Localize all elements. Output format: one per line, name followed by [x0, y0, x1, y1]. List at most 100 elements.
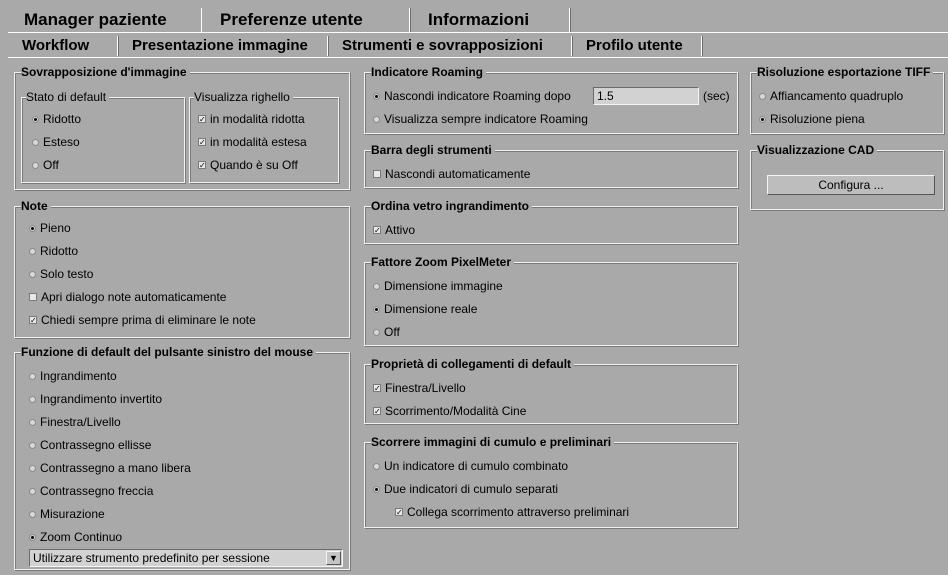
radio-ingrandimento[interactable]: Ingrandimento: [29, 368, 117, 384]
radio-icon: [29, 465, 36, 472]
select-value: Utilizzare strumento predefinito per ses…: [33, 551, 270, 565]
check-nascondi-auto[interactable]: Nascondi automaticamente: [373, 166, 530, 182]
radio-icon: [32, 162, 39, 169]
tab-informazioni[interactable]: Informazioni: [410, 8, 570, 32]
radio-contrassegno-ellisse[interactable]: Contrassegno ellisse: [29, 437, 151, 453]
tab-label: Profilo utente: [586, 37, 683, 54]
checkbox-icon: [373, 226, 381, 234]
option-label: Due indicatori di cumulo separati: [384, 482, 559, 496]
tab-workflow[interactable]: Workflow: [8, 36, 118, 56]
tool-session-select[interactable]: Utilizzare strumento predefinito per ses…: [29, 549, 343, 567]
group-title: Scorrere immagini di cumulo e preliminar…: [371, 435, 615, 449]
radio-icon: [29, 248, 36, 255]
stack-group: Scorrere immagini di cumulo e preliminar…: [364, 435, 738, 528]
check-ruler-reduced[interactable]: in modalità ridotta: [198, 111, 305, 127]
radio-icon: [29, 271, 36, 278]
magnifier-group: Ordina vetro ingrandimento Attivo: [364, 199, 738, 244]
option-label: Quando è su Off: [210, 158, 298, 172]
radio-ingrandimento-invertito[interactable]: Ingrandimento invertito: [29, 391, 162, 407]
radio-icon: [29, 419, 36, 426]
check-finestra-livello[interactable]: Finestra/Livello: [373, 380, 466, 396]
radio-zoom-continuo[interactable]: Zoom Continuo: [29, 529, 122, 545]
radio-dimensione-immagine[interactable]: Dimensione immagine: [373, 278, 503, 294]
radio-icon: [29, 396, 36, 403]
radio-icon: [29, 511, 36, 518]
option-label: Contrassegno ellisse: [40, 438, 152, 452]
tab-strumenti-sovrapposizioni[interactable]: Strumenti e sovrapposizioni: [328, 36, 572, 56]
checkbox-icon: [29, 293, 37, 301]
radio-pixelmeter-off[interactable]: Off: [373, 324, 400, 340]
group-title: Sovrapposizione d'immagine: [21, 65, 190, 79]
tab-profilo-utente[interactable]: Profilo utente: [572, 36, 702, 56]
roaming-seconds-input[interactable]: 1.5: [593, 87, 699, 105]
option-label: Dimensione reale: [384, 302, 478, 316]
radio-notes-pieno[interactable]: Pieno: [29, 220, 71, 236]
configura-button[interactable]: Configura ...: [767, 175, 935, 195]
radio-icon: [32, 139, 39, 146]
check-scorrimento-cine[interactable]: Scorrimento/Modalità Cine: [373, 403, 526, 419]
tab-label: Informazioni: [428, 10, 530, 29]
radio-icon: [759, 116, 766, 123]
radio-dimensione-reale[interactable]: Dimensione reale: [373, 301, 477, 317]
option-label: Off: [43, 158, 59, 172]
tab-manager-paziente[interactable]: Manager paziente: [6, 8, 202, 32]
radio-off[interactable]: Off: [32, 157, 59, 173]
option-label: Risoluzione piena: [770, 112, 865, 126]
chevron-down-icon[interactable]: ▼: [326, 551, 341, 565]
radio-risoluzione-piena[interactable]: Risoluzione piena: [759, 111, 865, 127]
option-label: Collega scorrimento attraverso prelimina…: [407, 505, 630, 519]
group-title: Barra degli strumenti: [371, 143, 495, 157]
option-label: Pieno: [40, 221, 71, 235]
tab-label: Preferenze utente: [220, 10, 363, 29]
tab-preferenze-utente[interactable]: Preferenze utente: [202, 8, 410, 32]
option-label: in modalità ridotta: [210, 112, 305, 126]
option-label: Zoom Continuo: [40, 530, 123, 544]
checkbox-icon: [198, 138, 206, 146]
option-label: Contrassegno freccia: [40, 484, 154, 498]
tab-label: Strumenti e sovrapposizioni: [342, 37, 543, 54]
tab-presentazione-immagine[interactable]: Presentazione immagine: [118, 36, 328, 56]
group-title: Fattore Zoom PixelMeter: [371, 255, 515, 269]
group-title: Stato di default: [26, 90, 110, 104]
radio-nascondi-roaming[interactable]: Nascondi indicatore Roaming dopo: [373, 88, 571, 104]
radio-icon: [373, 306, 380, 313]
radio-misurazione[interactable]: Misurazione: [29, 506, 105, 522]
radio-notes-ridotto[interactable]: Ridotto: [29, 243, 78, 259]
group-title: Visualizzazione CAD: [757, 143, 878, 157]
radio-icon: [373, 463, 380, 470]
radio-icon: [373, 486, 380, 493]
tab-divider: [8, 32, 948, 33]
option-label: Apri dialogo note automaticamente: [41, 290, 227, 304]
group-title: Visualizza righello: [194, 90, 293, 104]
radio-esteso[interactable]: Esteso: [32, 134, 80, 150]
option-label: Visualizza sempre indicatore Roaming: [384, 112, 588, 126]
radio-icon: [32, 116, 39, 123]
group-title: Funzione di default del pulsante sinistr…: [21, 345, 317, 359]
check-chiedi-eliminare-note[interactable]: Chiedi sempre prima di eliminare le note: [29, 312, 256, 328]
radio-ridotto[interactable]: Ridotto: [32, 111, 81, 127]
roaming-group: Indicatore Roaming Nascondi indicatore R…: [364, 65, 738, 134]
radio-affiancamento-quadruplo[interactable]: Affiancamento quadruplo: [759, 88, 903, 104]
group-title: Indicatore Roaming: [371, 65, 487, 79]
option-label: Ingrandimento: [40, 369, 117, 383]
radio-notes-solo-testo[interactable]: Solo testo: [29, 266, 93, 282]
checkbox-icon: [29, 316, 37, 324]
radio-contrassegno-freccia[interactable]: Contrassegno freccia: [29, 483, 153, 499]
radio-cumulo-separati[interactable]: Due indicatori di cumulo separati: [373, 481, 558, 497]
check-attivo[interactable]: Attivo: [373, 222, 415, 238]
checkbox-icon: [198, 115, 206, 123]
checkbox-icon: [373, 170, 381, 178]
radio-contrassegno-mano-libera[interactable]: Contrassegno a mano libera: [29, 460, 191, 476]
group-title: Ordina vetro ingrandimento: [371, 199, 533, 213]
check-collega-scorrimento[interactable]: Collega scorrimento attraverso prelimina…: [395, 504, 629, 520]
check-ruler-extended[interactable]: in modalità estesa: [198, 134, 307, 150]
radio-icon: [29, 442, 36, 449]
option-label: Ridotto: [43, 112, 82, 126]
radio-sempre-roaming[interactable]: Visualizza sempre indicatore Roaming: [373, 111, 588, 127]
unit-label: (sec): [703, 89, 730, 103]
check-ruler-off[interactable]: Quando è su Off: [198, 157, 298, 173]
radio-finestra-livello[interactable]: Finestra/Livello: [29, 414, 121, 430]
radio-cumulo-combinato[interactable]: Un indicatore di cumulo combinato: [373, 458, 568, 474]
check-apri-dialogo-note[interactable]: Apri dialogo note automaticamente: [29, 289, 226, 305]
option-label: in modalità estesa: [210, 135, 307, 149]
